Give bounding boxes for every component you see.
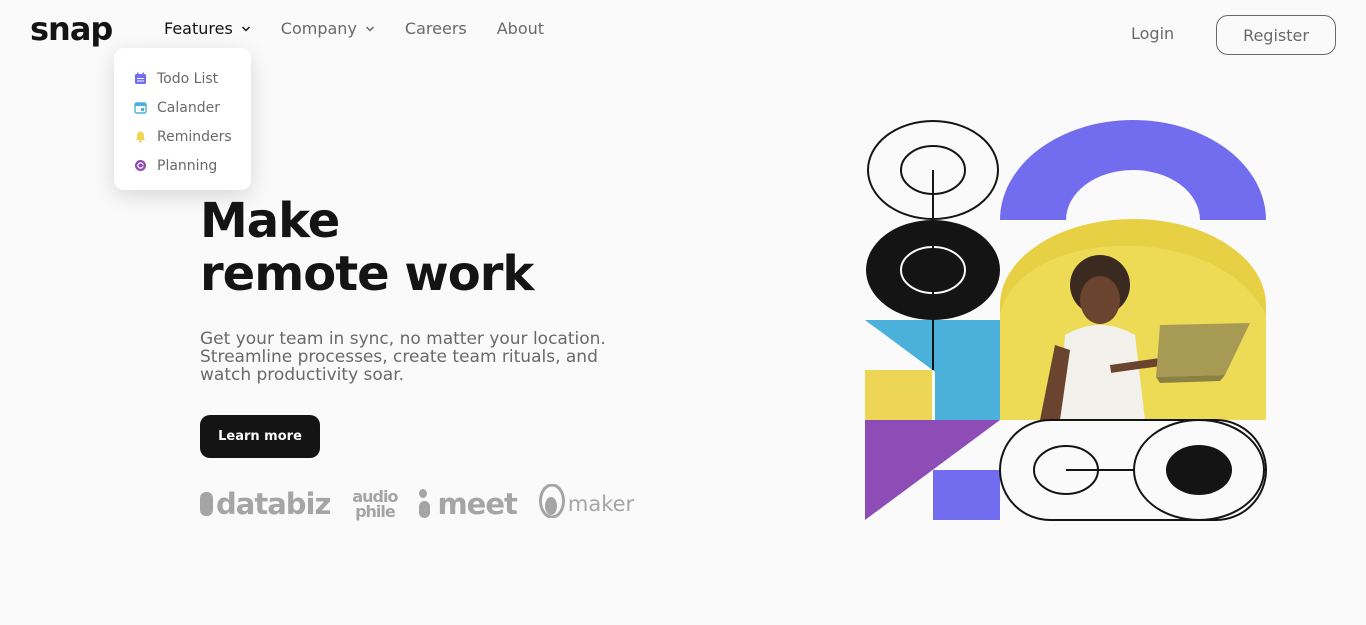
meet-logo-text: meet bbox=[437, 486, 517, 521]
bell-icon bbox=[134, 130, 147, 143]
nav-item-label: Features bbox=[164, 19, 233, 38]
menu-item-calendar[interactable]: Calander bbox=[134, 93, 251, 122]
maker-logo-text: maker bbox=[567, 491, 635, 516]
databiz-logo: databiz bbox=[200, 486, 331, 521]
nav-item-features[interactable]: Features bbox=[164, 19, 251, 38]
menu-item-label: Planning bbox=[157, 157, 218, 174]
hero-description: Get your team in sync, no matter your lo… bbox=[200, 329, 606, 385]
menu-item-label: Reminders bbox=[157, 128, 232, 145]
meet-mark-icon bbox=[419, 489, 431, 518]
main-nav: Features Company Careers About bbox=[164, 19, 574, 38]
menu-item-todo-list[interactable]: Todo List bbox=[134, 64, 251, 93]
todo-list-icon bbox=[134, 72, 147, 85]
audiophile-logo-line-2: phile bbox=[355, 501, 396, 521]
maker-mark-icon bbox=[538, 483, 565, 523]
pill-switch-shape bbox=[999, 419, 1267, 521]
menu-item-label: Calander bbox=[157, 99, 220, 116]
menu-item-planning[interactable]: Planning bbox=[134, 151, 251, 180]
menu-item-reminders[interactable]: Reminders bbox=[134, 122, 251, 151]
hero-illustration bbox=[865, 120, 1267, 521]
features-dropdown-menu: Todo List Calander Reminders Planning bbox=[114, 48, 251, 190]
nav-item-careers[interactable]: Careers bbox=[405, 19, 467, 38]
meet-logo: meet bbox=[419, 486, 518, 521]
nav-item-company[interactable]: Company bbox=[281, 19, 375, 38]
calendar-icon bbox=[134, 101, 147, 114]
site-logo[interactable]: snap bbox=[30, 10, 113, 48]
client-logos: databiz audio phile meet maker bbox=[200, 483, 656, 523]
blue-square-shape bbox=[933, 470, 1000, 520]
nav-item-about[interactable]: About bbox=[497, 19, 544, 38]
person-photo-image bbox=[1000, 219, 1266, 420]
planning-icon bbox=[134, 159, 147, 172]
hero-title: Make remote work bbox=[200, 193, 534, 302]
hero-title-line-1: Make bbox=[200, 193, 340, 249]
chevron-down-icon bbox=[241, 24, 251, 34]
menu-item-label: Todo List bbox=[157, 70, 219, 87]
nav-item-label: Company bbox=[280, 19, 357, 38]
register-button[interactable]: Register bbox=[1216, 15, 1336, 55]
databiz-mark-icon bbox=[200, 491, 213, 516]
chevron-down-icon bbox=[365, 24, 375, 34]
login-link[interactable]: Login bbox=[1131, 24, 1174, 43]
nav-item-label: About bbox=[496, 19, 545, 38]
purple-arch-shape bbox=[1000, 120, 1266, 220]
maker-logo: maker bbox=[538, 483, 635, 523]
nav-item-label: Careers bbox=[404, 19, 467, 38]
learn-more-button[interactable]: Learn more bbox=[200, 415, 320, 458]
hero-title-line-2: remote work bbox=[200, 246, 534, 302]
yellow-square-shape bbox=[865, 370, 932, 420]
databiz-logo-text: databiz bbox=[216, 486, 331, 521]
audiophile-logo: audio phile bbox=[352, 488, 398, 521]
